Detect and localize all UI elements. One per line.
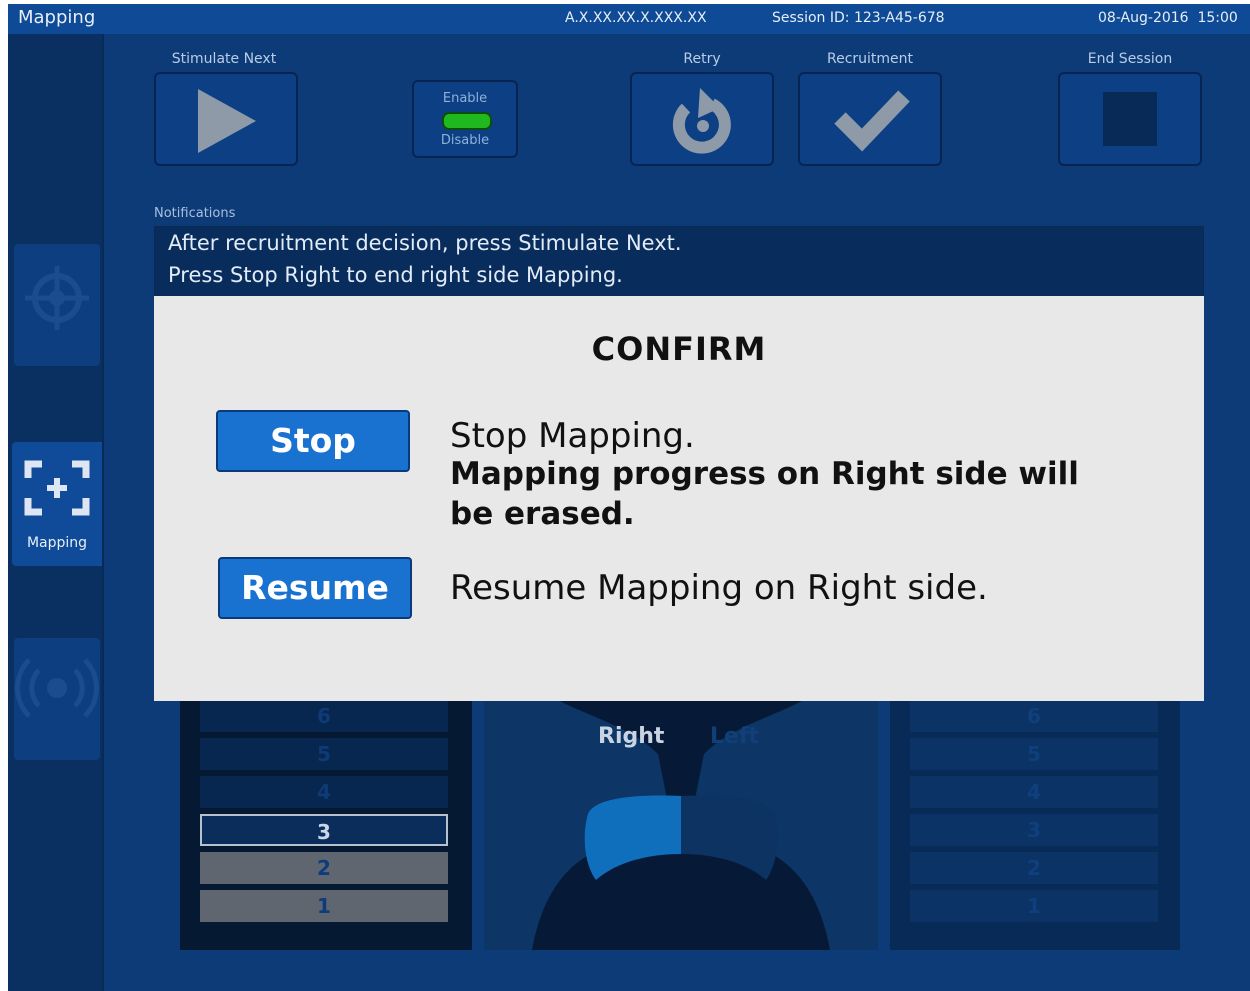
session-id: Session ID: 123-A45-678 [772, 10, 945, 26]
stop-icon [1103, 92, 1157, 146]
level-row-selected[interactable]: 3 [200, 814, 448, 846]
right-level-panel: 6 5 4 3 2 1 [180, 694, 472, 950]
signal-icon [15, 658, 99, 718]
level-row[interactable]: 4 [200, 776, 448, 808]
level-row[interactable]: 3 [910, 814, 1158, 846]
mapping-icon [24, 460, 90, 516]
left-side-label: Left [710, 724, 760, 749]
sidebar-item-positioning[interactable] [14, 244, 100, 366]
level-row[interactable]: 5 [910, 738, 1158, 770]
retry-button[interactable] [630, 72, 774, 166]
enable-toggle[interactable]: Enable Disable [412, 80, 518, 158]
right-side-label: Right [598, 724, 665, 749]
notifications-label: Notifications [154, 206, 236, 221]
app-title: Mapping [18, 7, 96, 28]
left-level-panel: 6 5 4 3 2 1 [890, 694, 1180, 950]
sidebar-item-label: Mapping [26, 535, 88, 551]
confirm-dialog: CONFIRM Stop Stop Mapping. Mapping progr… [154, 296, 1204, 701]
retry-icon [672, 88, 731, 154]
stop-description: Stop Mapping. [450, 416, 695, 456]
level-row[interactable]: 6 [910, 700, 1158, 732]
stop-button[interactable]: Stop [216, 410, 410, 472]
enable-label: Enable [442, 91, 488, 106]
play-icon [198, 89, 256, 153]
notification-line-2: Press Stop Right to end right side Mappi… [168, 263, 623, 287]
resume-button[interactable]: Resume [218, 557, 412, 619]
disable-label: Disable [440, 133, 490, 148]
lung-illustration [484, 694, 878, 950]
resume-description: Resume Mapping on Right side. [450, 568, 988, 608]
sidebar: Mapping [8, 34, 104, 991]
retry-label: Retry [683, 51, 721, 67]
app-window: Mapping A.X.XX.XX.X.XXX.XX Session ID: 1… [8, 4, 1250, 991]
level-row[interactable]: 6 [200, 700, 448, 732]
stop-warning-line-2: be erased. [450, 496, 635, 532]
end-session-label: End Session [1087, 51, 1173, 67]
notifications-panel: After recruitment decision, press Stimul… [154, 226, 1204, 298]
top-bar: Mapping A.X.XX.XX.X.XXX.XX Session ID: 1… [8, 4, 1250, 34]
lung-diagram: Right Left [484, 694, 878, 950]
sidebar-item-stimulation[interactable] [14, 638, 100, 760]
level-row[interactable]: 2 [200, 852, 448, 884]
dialog-title: CONFIRM [591, 330, 767, 368]
stimulate-next-button[interactable] [154, 72, 298, 166]
level-row[interactable]: 5 [200, 738, 448, 770]
recruitment-button[interactable] [798, 72, 942, 166]
checkmark-icon [834, 90, 910, 152]
level-row[interactable]: 4 [910, 776, 1158, 808]
stop-warning-line-1: Mapping progress on Right side will [450, 456, 1079, 492]
device-id: A.X.XX.XX.X.XXX.XX [565, 10, 707, 26]
sidebar-item-mapping[interactable]: Mapping [12, 442, 102, 566]
stimulate-next-label: Stimulate Next [171, 51, 277, 67]
target-icon [25, 266, 89, 330]
datetime: 08-Aug-2016 15:00 [1098, 10, 1238, 26]
recruitment-label: Recruitment [826, 51, 914, 67]
end-session-button[interactable] [1058, 72, 1202, 166]
level-row[interactable]: 1 [910, 890, 1158, 922]
toggle-switch[interactable] [442, 112, 492, 130]
level-row[interactable]: 2 [910, 852, 1158, 884]
level-row[interactable]: 1 [200, 890, 448, 922]
notification-line-1: After recruitment decision, press Stimul… [168, 231, 682, 255]
